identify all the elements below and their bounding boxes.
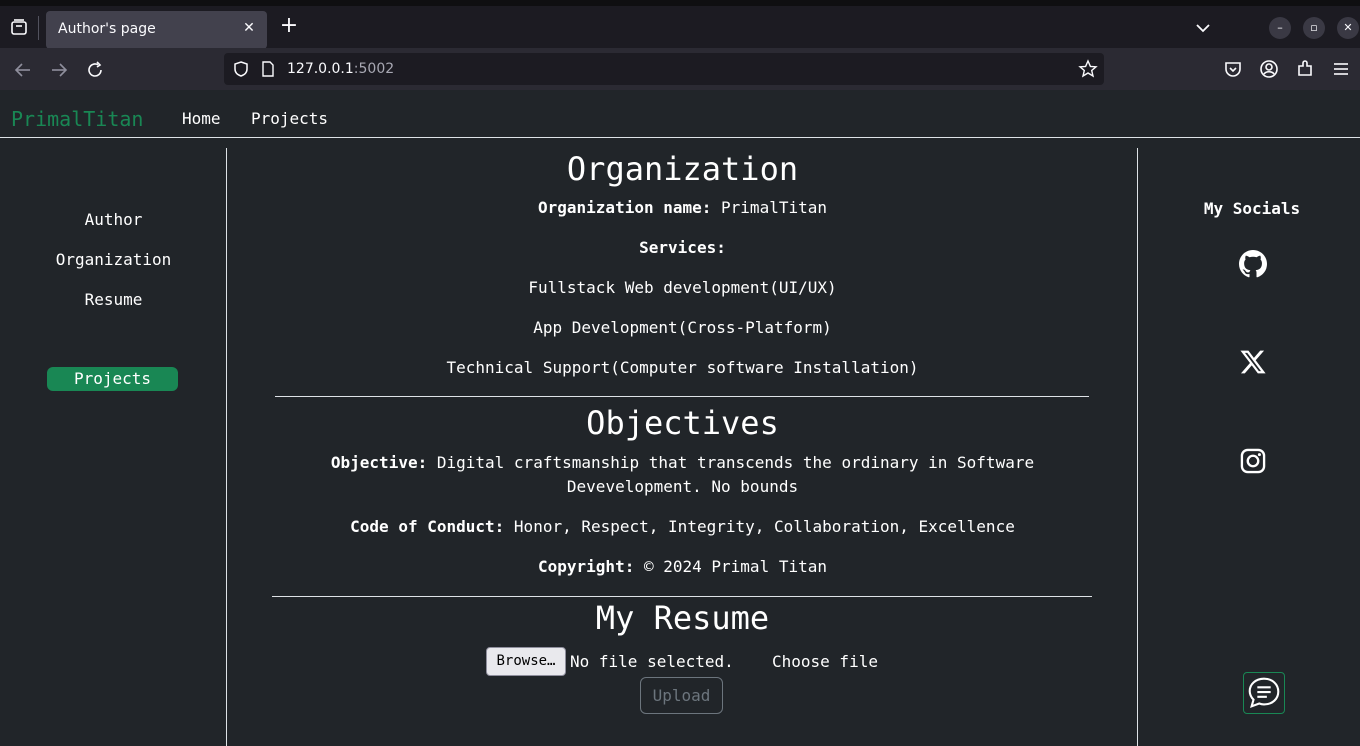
- organization-name-value: PrimalTitan: [721, 198, 827, 217]
- close-tab-icon[interactable]: ✕: [241, 20, 257, 36]
- pocket-icon[interactable]: [1222, 58, 1244, 80]
- choose-file-label[interactable]: Choose file: [772, 652, 878, 671]
- main-content: Organization Organization name: PrimalTi…: [228, 148, 1137, 746]
- objective-label: Objective:: [330, 453, 428, 472]
- account-icon[interactable]: [1258, 58, 1280, 80]
- projects-button[interactable]: Projects: [47, 367, 178, 391]
- code-of-conduct-value: Honor, Respect, Integrity, Collaboration…: [513, 517, 1015, 536]
- service-item: Fullstack Web development(UI/UX): [528, 278, 837, 297]
- nav-link-home[interactable]: Home: [182, 109, 221, 128]
- github-icon[interactable]: [1239, 250, 1267, 278]
- copyright-value: © 2024 Primal Titan: [643, 557, 827, 576]
- chevron-down-icon[interactable]: [1192, 18, 1214, 38]
- extensions-icon[interactable]: [1294, 58, 1316, 80]
- service-item: Technical Support(Computer software Inst…: [446, 358, 919, 377]
- site-navbar: PrimalTitan Home Projects: [0, 90, 1360, 138]
- chat-icon[interactable]: [1243, 672, 1285, 714]
- copyright-label: Copyright:: [538, 557, 635, 576]
- right-sidebar: My Socials: [1137, 148, 1360, 746]
- services-label: Services:: [639, 238, 726, 257]
- tab-title: Author's page: [58, 21, 156, 37]
- browser-tab-bar: Author's page ✕ + – ▫ ✕: [0, 0, 1360, 49]
- organization-heading: Organization: [566, 150, 799, 188]
- left-sidebar: Author Organization Resume Projects: [0, 148, 227, 746]
- objective-line-continued: Devevelopment. No bounds: [566, 477, 799, 496]
- sidebar-item-author[interactable]: Author: [0, 210, 227, 229]
- code-of-conduct-label: Code of Conduct:: [350, 517, 505, 536]
- minimize-icon[interactable]: –: [1269, 17, 1291, 39]
- objective-value: Digital craftsmanship that transcends th…: [436, 453, 1035, 472]
- code-of-conduct-line: Code of Conduct: Honor, Respect, Integri…: [228, 515, 1137, 539]
- organization-name-label: Organization name:: [538, 198, 712, 217]
- tab-separator: [38, 16, 39, 40]
- browser-nav-bar: 127.0.0.1:5002: [0, 48, 1360, 90]
- new-tab-icon[interactable]: +: [278, 15, 300, 37]
- nav-link-projects[interactable]: Projects: [251, 109, 328, 128]
- x-icon[interactable]: [1239, 348, 1267, 376]
- reload-icon[interactable]: [84, 59, 106, 81]
- browser-tab-active[interactable]: Author's page ✕: [46, 11, 267, 49]
- socials-title: My Socials: [1203, 199, 1301, 218]
- section-divider: [272, 596, 1092, 597]
- url-text[interactable]: 127.0.0.1:5002: [287, 61, 394, 77]
- objective-line: Objective: Digital craftsmanship that tr…: [228, 451, 1137, 475]
- close-window-icon[interactable]: ✕: [1337, 17, 1359, 39]
- objectives-heading: Objectives: [586, 404, 779, 442]
- address-bar[interactable]: 127.0.0.1:5002: [224, 53, 1104, 85]
- organization-name-line: Organization name: PrimalTitan: [228, 196, 1137, 220]
- forward-icon[interactable]: [48, 59, 70, 81]
- shield-icon[interactable]: [232, 60, 250, 78]
- menu-icon[interactable]: [1330, 58, 1352, 80]
- restore-icon[interactable]: ▫: [1303, 17, 1325, 39]
- copyright-line: Copyright: © 2024 Primal Titan: [228, 555, 1137, 579]
- back-icon[interactable]: [12, 59, 34, 81]
- page-icon[interactable]: [260, 61, 276, 77]
- section-divider: [275, 396, 1089, 397]
- sidebar-item-organization[interactable]: Organization: [0, 250, 227, 269]
- sidebar-item-resume[interactable]: Resume: [0, 290, 227, 309]
- resume-heading: My Resume: [595, 599, 770, 637]
- service-item: App Development(Cross-Platform): [533, 318, 832, 337]
- instagram-icon[interactable]: [1239, 447, 1267, 475]
- brand-link[interactable]: PrimalTitan: [11, 107, 143, 131]
- tab-overview-icon[interactable]: [9, 17, 29, 37]
- file-status-text: No file selected.: [570, 652, 734, 671]
- upload-button[interactable]: Upload: [640, 677, 723, 714]
- page-content: PrimalTitan Home Projects Author Organiz…: [0, 90, 1360, 746]
- bookmark-star-icon[interactable]: [1078, 59, 1098, 79]
- browse-button[interactable]: Browse…: [486, 647, 566, 676]
